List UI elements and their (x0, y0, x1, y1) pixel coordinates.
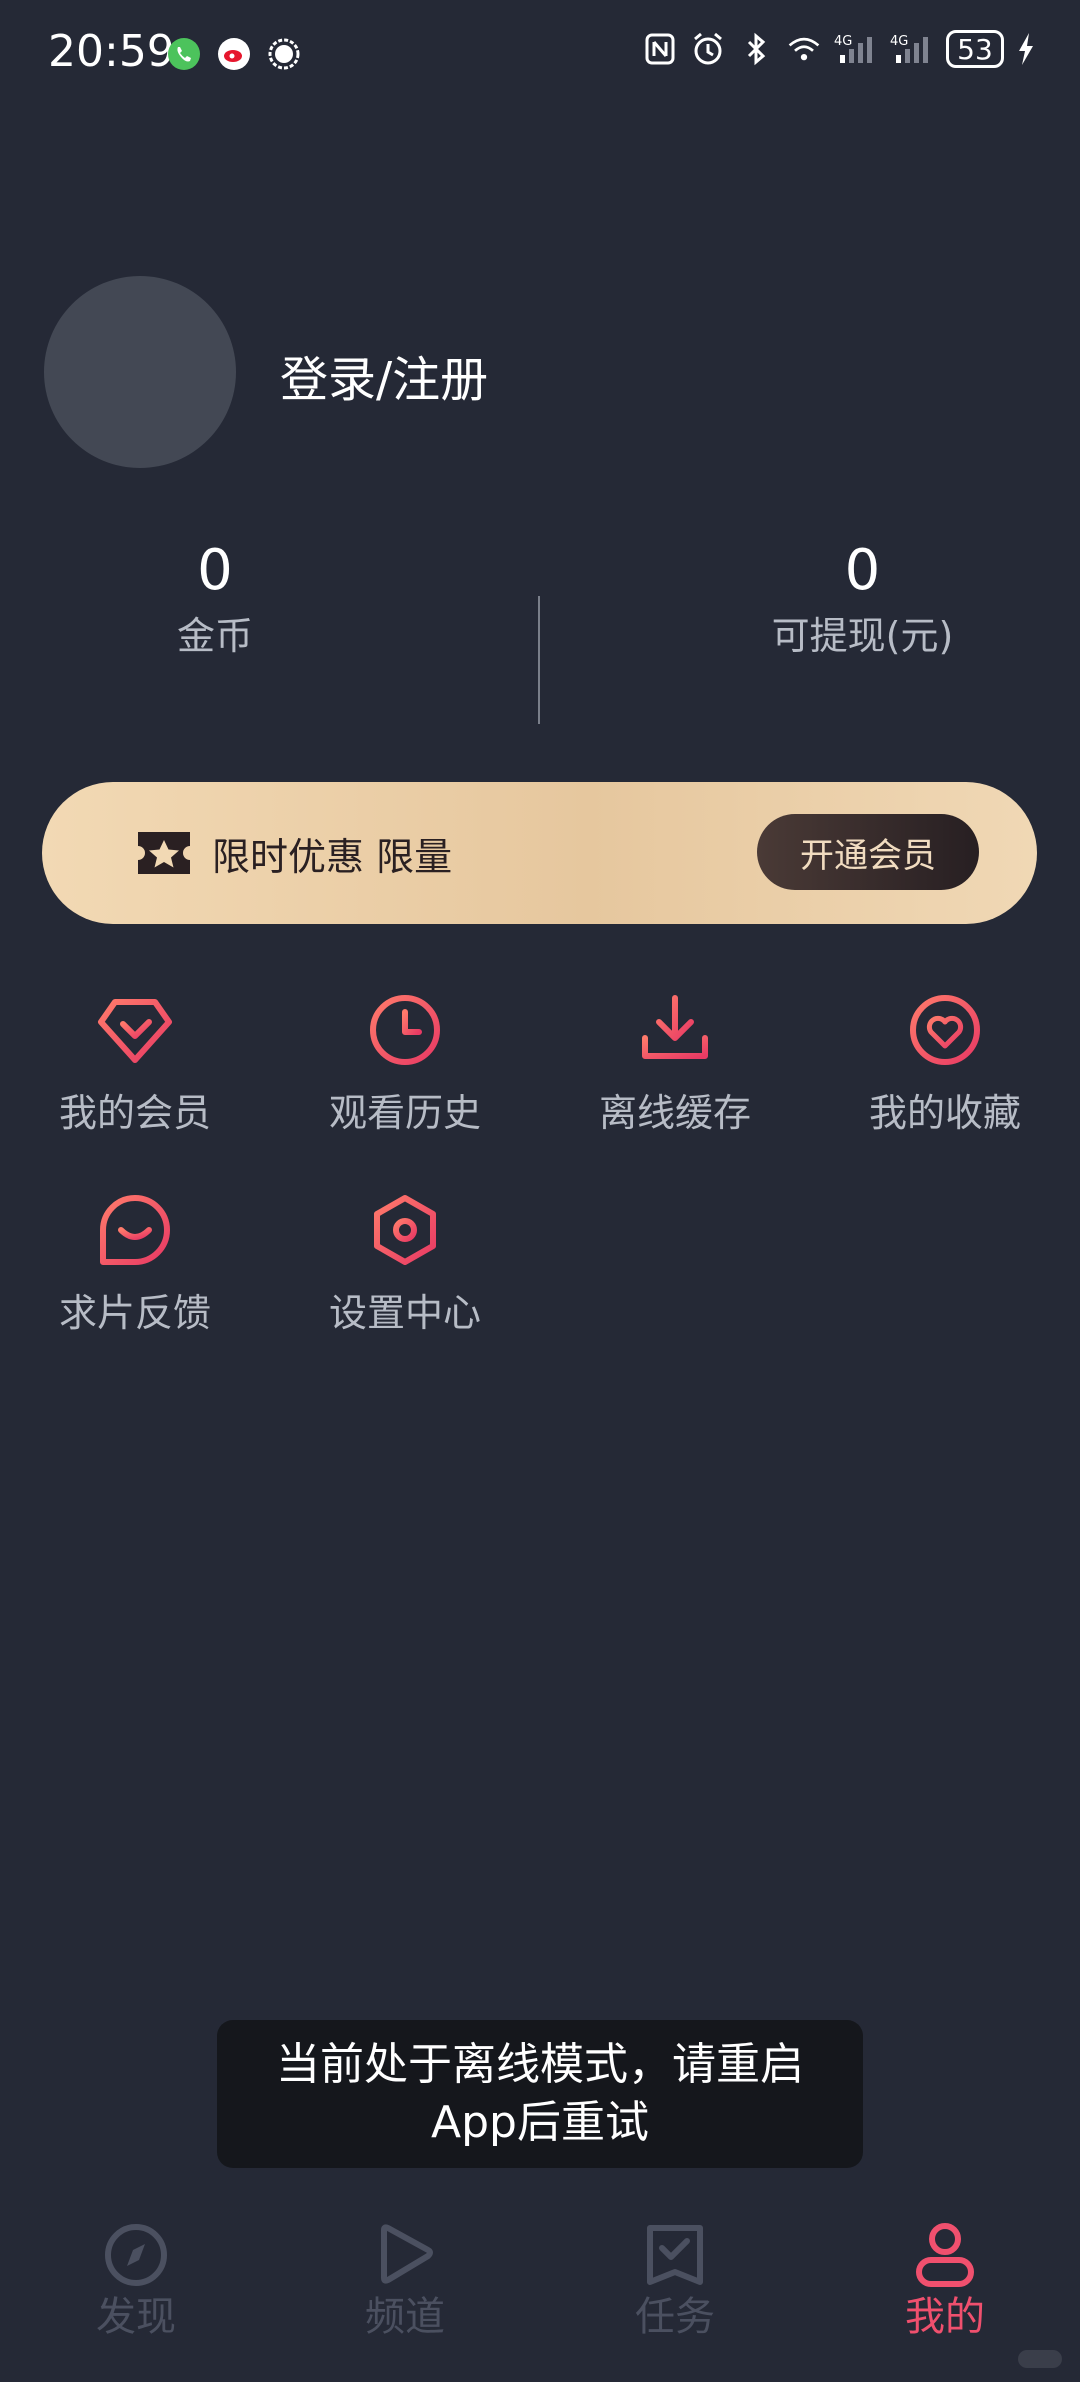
weibo-app-icon (218, 38, 250, 70)
notification-icons (166, 36, 302, 72)
alarm-icon (694, 32, 722, 65)
nav-tasks[interactable]: 任务 (575, 2222, 775, 2342)
menu-label: 求片反馈 (58, 1291, 211, 1335)
charging-icon (1019, 33, 1033, 65)
nfc-icon (645, 33, 675, 65)
heart-icon (910, 995, 980, 1065)
menu-my-membership[interactable]: 我的会员 (20, 992, 250, 1137)
feedback-icon (100, 1195, 170, 1265)
task-icon (647, 2225, 703, 2285)
signal-4g-icon-2: 4G (890, 34, 928, 63)
svg-text:4G: 4G (890, 34, 908, 49)
menu-label: 我的会员 (58, 1091, 211, 1135)
stats-divider (538, 596, 540, 724)
nav-label: 发现 (96, 2294, 176, 2340)
wifi-icon (788, 37, 820, 61)
avatar[interactable] (44, 276, 236, 468)
bluetooth-icon (747, 32, 766, 66)
play-icon (381, 2224, 433, 2284)
withdrawable-label: 可提现(元) (771, 613, 954, 658)
coins-stat[interactable]: 0 金币 (115, 538, 315, 660)
nav-label: 任务 (635, 2294, 715, 2340)
settings-icon (374, 1195, 436, 1265)
phone-app-icon (168, 38, 200, 70)
svg-text:4G: 4G (834, 34, 852, 49)
vip-promo-text: 限时优惠 限量 (212, 835, 453, 879)
coins-value: 0 (197, 538, 233, 603)
diamond-icon (98, 999, 172, 1063)
vip-promo-banner[interactable]: 限时优惠 限量 开通会员 (42, 782, 1037, 924)
menu-label: 观看历史 (328, 1091, 481, 1135)
menu-settings-center[interactable]: 设置中心 (290, 1192, 520, 1337)
nav-discover[interactable]: 发现 (36, 2222, 236, 2342)
nav-channels[interactable]: 频道 (305, 2222, 505, 2342)
login-register-link[interactable]: 登录/注册 (280, 340, 488, 410)
system-status-icons: 4G 4G 53 (642, 30, 1036, 68)
gesture-handle (1018, 2350, 1062, 2368)
open-vip-button[interactable]: 开通会员 (757, 814, 979, 890)
menu-watch-history[interactable]: 观看历史 (290, 992, 520, 1137)
withdrawable-value: 0 (844, 538, 881, 603)
bottom-nav: 发现 频道 任务 我的 (0, 2180, 1080, 2382)
signal-4g-icon: 4G (834, 34, 872, 63)
download-icon (642, 995, 708, 1059)
menu-my-favorites[interactable]: 我的收藏 (830, 992, 1060, 1137)
ticket-star-icon (138, 832, 190, 874)
app-notification-icon (268, 38, 300, 70)
nav-label: 我的 (905, 2294, 985, 2340)
withdrawable-stat[interactable]: 0 可提现(元) (740, 538, 985, 660)
status-time: 20:59 (48, 26, 175, 77)
menu-label: 我的收藏 (868, 1091, 1021, 1135)
nav-label: 频道 (365, 2294, 445, 2340)
compass-icon (105, 2224, 167, 2286)
nav-mine[interactable]: 我的 (845, 2222, 1045, 2342)
offline-toast: 当前处于离线模式，请重启App后重试 (217, 2020, 863, 2168)
user-icon (916, 2223, 974, 2287)
menu-offline-cache[interactable]: 离线缓存 (560, 992, 790, 1137)
battery-level: 53 (946, 30, 1004, 68)
status-bar: 20:59 4G 4G 53 (0, 0, 1080, 110)
menu-label: 设置中心 (328, 1291, 481, 1335)
menu-request-feedback[interactable]: 求片反馈 (20, 1192, 250, 1337)
coins-label: 金币 (176, 613, 253, 658)
clock-icon (370, 995, 440, 1065)
menu-label: 离线缓存 (598, 1091, 751, 1135)
